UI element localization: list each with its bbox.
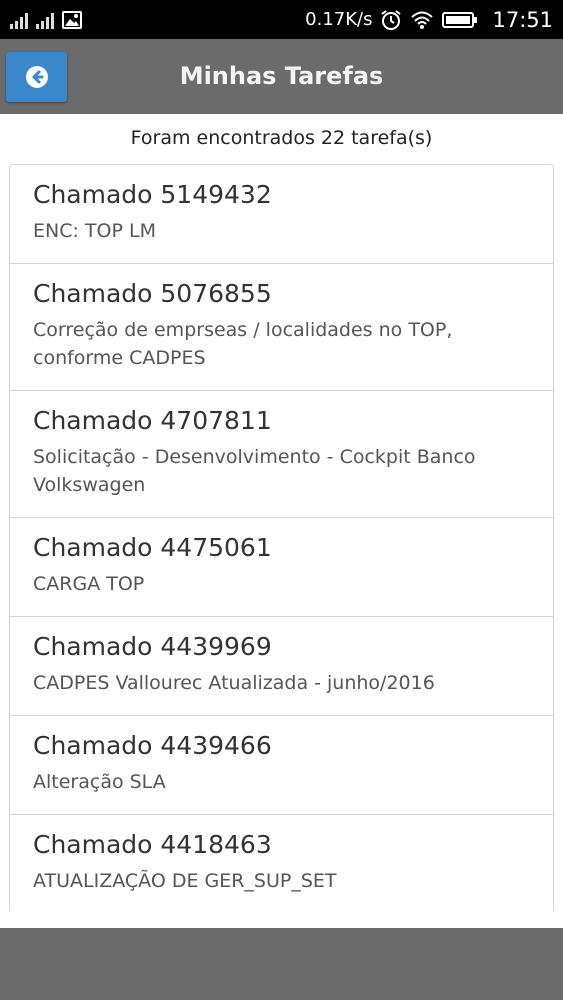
task-description: ATUALIZAÇÃO DE GER_SUP_SET xyxy=(33,870,337,892)
task-title: Chamado 4418463 xyxy=(33,830,272,859)
network-speed: 0.17K/s xyxy=(305,9,373,30)
task-title: Chamado 4707811 xyxy=(33,406,272,435)
status-bar: 0.17K/s 17:51 xyxy=(0,0,563,39)
signal-icon-2 xyxy=(36,11,54,29)
bottom-bar xyxy=(0,928,563,1000)
task-title: Chamado 4439969 xyxy=(33,632,272,661)
task-title: Chamado 5076855 xyxy=(33,279,272,308)
task-title: Chamado 4439466 xyxy=(33,731,272,760)
app-header: Minhas Tarefas xyxy=(0,39,563,114)
wifi-icon xyxy=(411,11,434,29)
arrow-left-circle-icon xyxy=(25,66,48,88)
page-title: Minhas Tarefas xyxy=(179,62,384,90)
task-description: Correção de emprseas / localidades no TO… xyxy=(33,319,453,369)
task-title: Chamado 4475061 xyxy=(33,533,272,562)
task-item[interactable]: Chamado 5076855 Correção de emprseas / l… xyxy=(10,264,553,391)
alarm-icon xyxy=(381,9,402,30)
battery-icon xyxy=(442,11,478,28)
image-icon xyxy=(62,10,82,29)
task-item[interactable]: Chamado 4418463 ATUALIZAÇÃO DE GER_SUP_S… xyxy=(10,815,553,911)
task-description: ENC: TOP LM xyxy=(33,220,156,242)
task-description: CADPES Vallourec Atualizada - junho/2016 xyxy=(33,672,435,694)
task-list: Chamado 5149432 ENC: TOP LM Chamado 5076… xyxy=(9,164,554,911)
task-item[interactable]: Chamado 4439466 Alteração SLA xyxy=(10,716,553,815)
task-item[interactable]: Chamado 4475061 CARGA TOP xyxy=(10,518,553,617)
clock: 17:51 xyxy=(492,7,553,32)
back-button[interactable] xyxy=(6,52,67,102)
result-count: Foram encontrados 22 tarefa(s) xyxy=(130,127,433,149)
status-bar-right: 0.17K/s 17:51 xyxy=(305,8,553,32)
task-description: Alteração SLA xyxy=(33,771,166,793)
task-description: Solicitação - Desenvolvimento - Cockpit … xyxy=(33,446,476,496)
task-item[interactable]: Chamado 4707811 Solicitação - Desenvolvi… xyxy=(10,391,553,518)
task-title: Chamado 5149432 xyxy=(33,180,272,209)
task-item[interactable]: Chamado 5149432 ENC: TOP LM xyxy=(10,165,553,264)
signal-icon xyxy=(10,11,28,29)
task-item[interactable]: Chamado 4439969 CADPES Vallourec Atualiz… xyxy=(10,617,553,716)
task-description: CARGA TOP xyxy=(33,573,145,595)
status-bar-left xyxy=(10,10,82,29)
